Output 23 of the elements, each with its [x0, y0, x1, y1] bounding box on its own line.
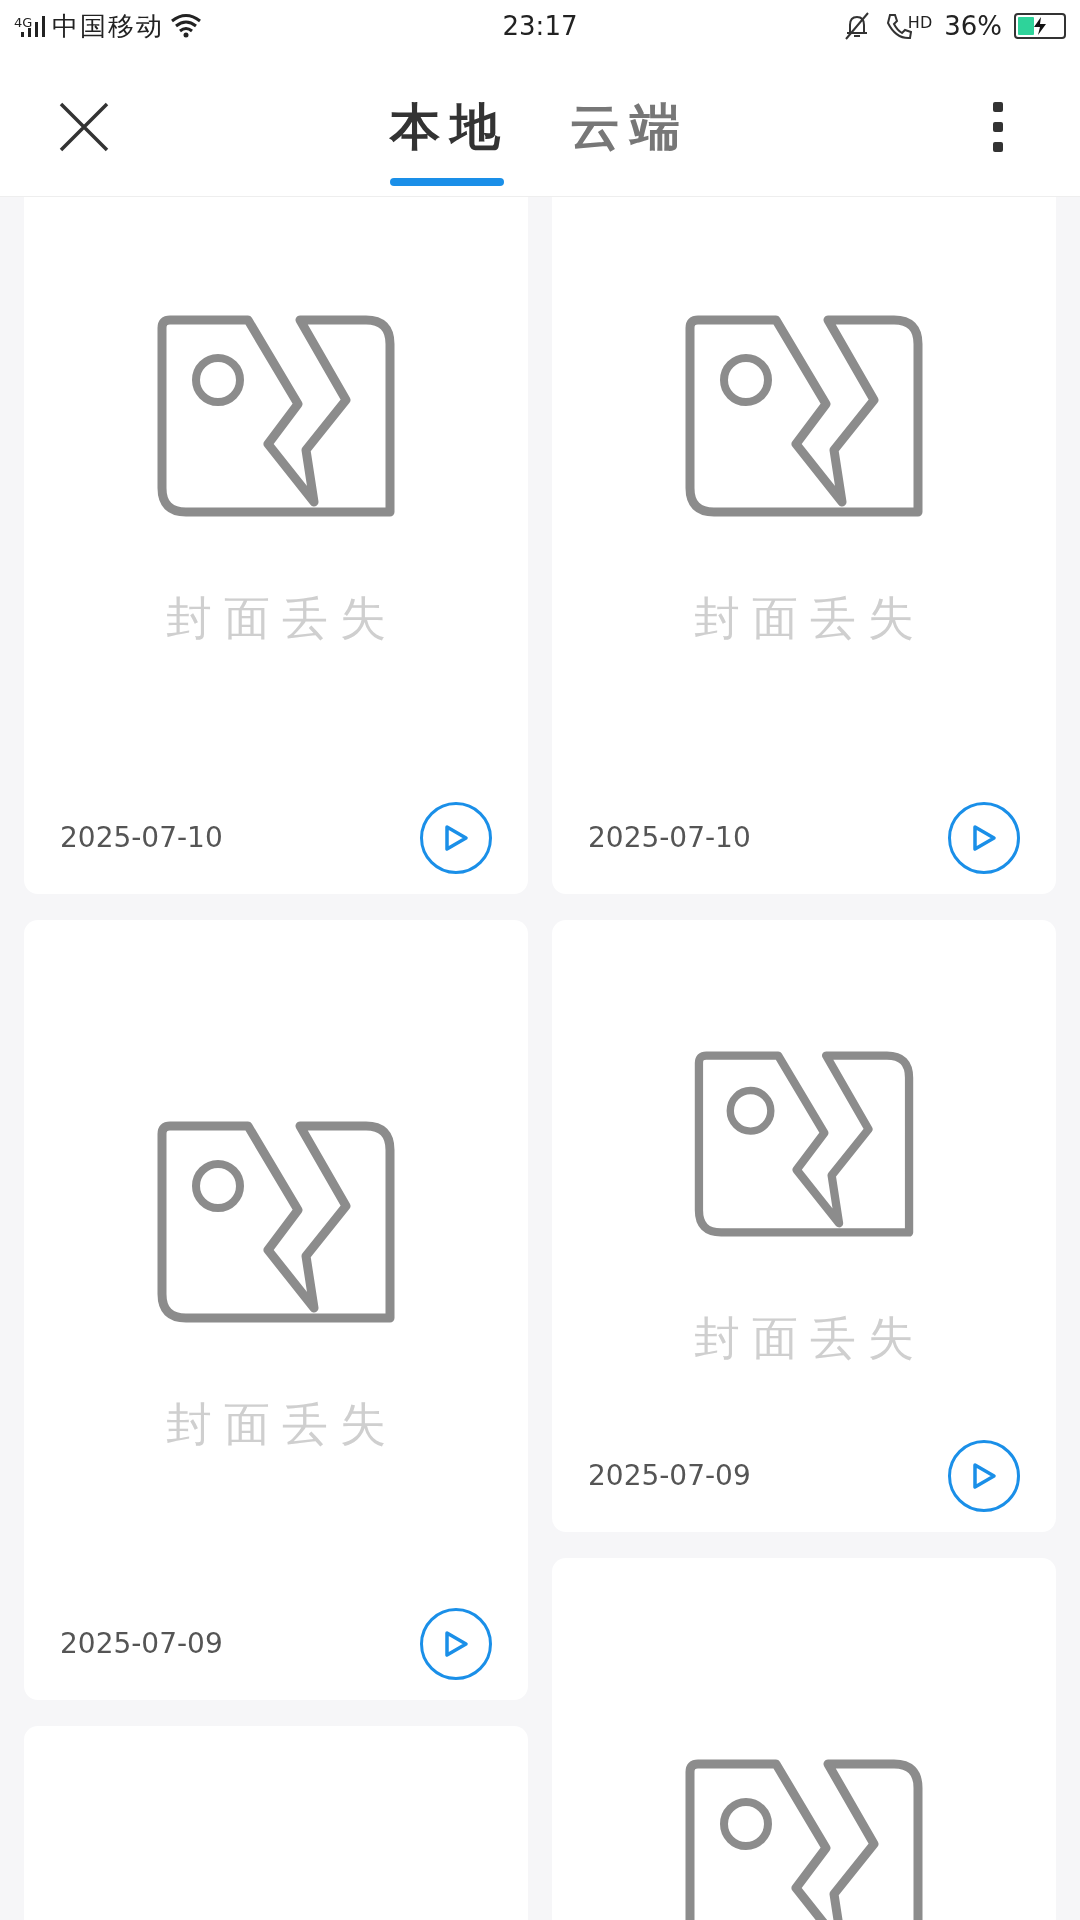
video-date: 2025-07-09 [588, 1458, 751, 1494]
hd-label: HD [907, 12, 933, 34]
play-icon [971, 1462, 997, 1490]
clock-time: 23:17 [502, 9, 578, 43]
more-icon [992, 101, 1004, 153]
play-icon [443, 824, 469, 852]
wifi-icon [170, 13, 203, 39]
video-date: 2025-07-10 [588, 820, 751, 856]
video-date: 2025-07-09 [60, 1626, 223, 1662]
play-button[interactable] [420, 802, 492, 874]
close-icon [58, 101, 110, 153]
network-type: 4G [14, 13, 33, 32]
play-button[interactable] [948, 802, 1020, 874]
play-button[interactable] [948, 1440, 1020, 1512]
play-icon [443, 1630, 469, 1658]
video-date: 2025-07-10 [60, 820, 223, 856]
tab[interactable]: 本地 [390, 72, 510, 182]
tab[interactable]: 云端 [570, 72, 690, 182]
battery-icon [1014, 13, 1066, 39]
battery-percent: 36% [944, 9, 1002, 43]
play-icon [971, 824, 997, 852]
play-button[interactable] [420, 1608, 492, 1680]
carrier-name: 中国移动 [52, 9, 165, 43]
